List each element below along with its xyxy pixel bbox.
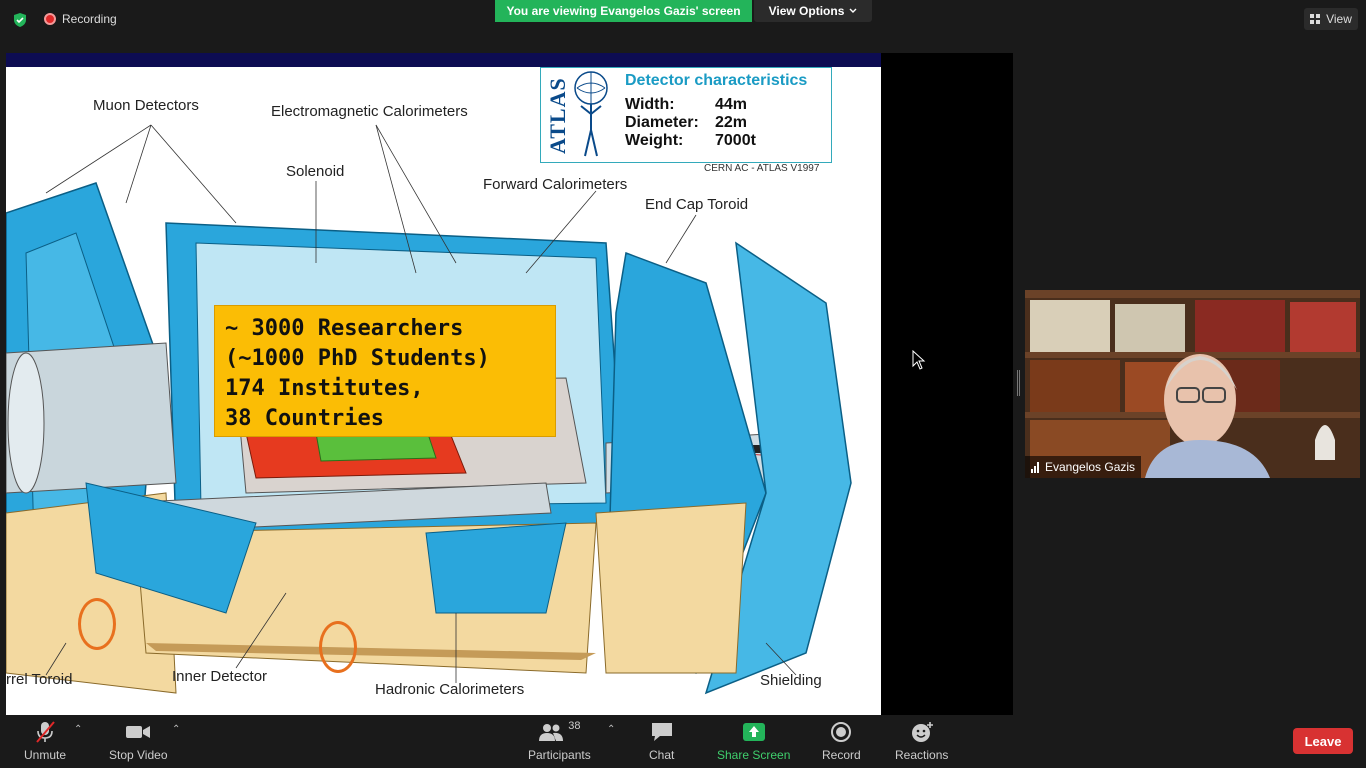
video-options-caret-icon[interactable]: ⌃ bbox=[172, 724, 180, 735]
width-value: 44m bbox=[715, 96, 748, 113]
view-options-button[interactable]: View Options bbox=[754, 0, 872, 22]
share-screen-label: Share Screen bbox=[717, 748, 791, 762]
width-key: Width: bbox=[625, 96, 675, 113]
reactions-smiley-icon bbox=[911, 722, 933, 742]
reactions-label: Reactions bbox=[895, 748, 949, 762]
record-button[interactable]: Record bbox=[822, 720, 861, 762]
participants-label: Participants bbox=[528, 748, 591, 762]
end-cap-toroid-label: End Cap Toroid bbox=[645, 196, 749, 213]
chevron-down-icon bbox=[849, 8, 857, 13]
detector-characteristics-box: ATLAS Detector characteristics Width: 44… bbox=[540, 67, 832, 163]
person-scale-circle bbox=[319, 621, 357, 673]
diameter-value: 22m bbox=[715, 114, 748, 131]
share-screen-button[interactable]: Share Screen bbox=[717, 720, 790, 762]
view-button[interactable]: View bbox=[1304, 8, 1358, 30]
participant-count: 38 bbox=[568, 720, 581, 732]
presentation-slide: Muon Detectors Electromagnetic Calorimet… bbox=[6, 53, 881, 715]
participant-name-tag: Evangelos Gazis bbox=[1025, 456, 1142, 478]
countries-line: 38 Countries bbox=[225, 406, 384, 431]
recording-label: Recording bbox=[62, 12, 117, 26]
detector-characteristics-title: Detector characteristics bbox=[625, 72, 808, 89]
video-camera-icon bbox=[126, 726, 151, 738]
unmute-label: Unmute bbox=[24, 748, 67, 762]
record-icon bbox=[831, 722, 852, 742]
connection-bars-icon bbox=[1031, 461, 1039, 473]
viewing-screen-banner: You are viewing Evangelos Gazis' screen bbox=[495, 0, 752, 22]
weight-key: Weight: bbox=[625, 132, 684, 149]
recording-dot-icon bbox=[44, 13, 56, 25]
top-bar: Recording You are viewing Evangelos Gazi… bbox=[0, 0, 1366, 40]
em-calorimeters-label: Electromagnetic Calorimeters bbox=[271, 103, 468, 120]
chat-button[interactable]: Chat bbox=[649, 720, 674, 762]
participants-button[interactable]: 38 Participants bbox=[528, 720, 591, 762]
participants-options-caret-icon[interactable]: ⌃ bbox=[607, 724, 615, 735]
muon-detectors-label: Muon Detectors bbox=[93, 97, 199, 114]
diameter-key: Diameter: bbox=[625, 114, 699, 131]
shared-screen[interactable]: Muon Detectors Electromagnetic Calorimet… bbox=[6, 53, 1013, 715]
bookshelf-background bbox=[1025, 290, 1360, 478]
barrel-toroid-label: rrel Toroid bbox=[6, 671, 73, 688]
hadronic-calorimeters-label: Hadronic Calorimeters bbox=[375, 681, 525, 698]
cern-credit: CERN AC - ATLAS V1997 bbox=[704, 163, 820, 174]
mouse-cursor-icon bbox=[912, 350, 926, 370]
stop-video-label: Stop Video bbox=[109, 748, 168, 762]
unmute-button[interactable]: Unmute bbox=[24, 720, 66, 762]
shielding-label: Shielding bbox=[760, 672, 822, 689]
solenoid-label: Solenoid bbox=[286, 163, 345, 180]
atlas-figure-logo-icon bbox=[574, 71, 608, 157]
record-label: Record bbox=[822, 748, 861, 762]
chat-label: Chat bbox=[649, 748, 675, 762]
weight-value: 7000t bbox=[715, 132, 756, 149]
security-shield-icon[interactable] bbox=[12, 12, 28, 28]
view-label: View bbox=[1326, 12, 1352, 26]
meeting-toolbar: Unmute ⌃ Stop Video ⌃ 38 Participants ⌃ … bbox=[0, 716, 1366, 768]
participant-name: Evangelos Gazis bbox=[1045, 460, 1136, 474]
stop-video-button[interactable]: Stop Video bbox=[109, 720, 168, 762]
forward-calorimeters-label: Forward Calorimeters bbox=[483, 176, 628, 193]
microphone-muted-icon bbox=[36, 721, 55, 743]
view-options-label: View Options bbox=[768, 4, 845, 18]
researchers-line: ~ 3000 Researchers bbox=[225, 316, 464, 341]
phd-students-line: (~1000 PhD Students) bbox=[225, 346, 490, 371]
collaboration-stats-box: ~ 3000 Researchers (~1000 PhD Students) … bbox=[214, 305, 556, 437]
grid-view-icon bbox=[1310, 13, 1321, 24]
chat-bubble-icon bbox=[651, 723, 672, 741]
participant-video-tile[interactable]: Evangelos Gazis bbox=[1025, 290, 1360, 478]
person-scale-circle bbox=[78, 598, 116, 650]
panel-resize-handle[interactable] bbox=[1017, 370, 1020, 396]
institutes-line: 174 Institutes, bbox=[225, 376, 424, 401]
audio-options-caret-icon[interactable]: ⌃ bbox=[74, 724, 82, 735]
recording-indicator[interactable]: Recording bbox=[44, 12, 117, 26]
leave-button[interactable]: Leave bbox=[1293, 728, 1353, 754]
share-screen-arrow-icon bbox=[742, 723, 765, 741]
participants-icon bbox=[539, 724, 564, 741]
inner-detector-label: Inner Detector bbox=[172, 668, 268, 685]
reactions-button[interactable]: Reactions bbox=[895, 720, 948, 762]
atlas-logo: ATLAS bbox=[545, 77, 570, 154]
